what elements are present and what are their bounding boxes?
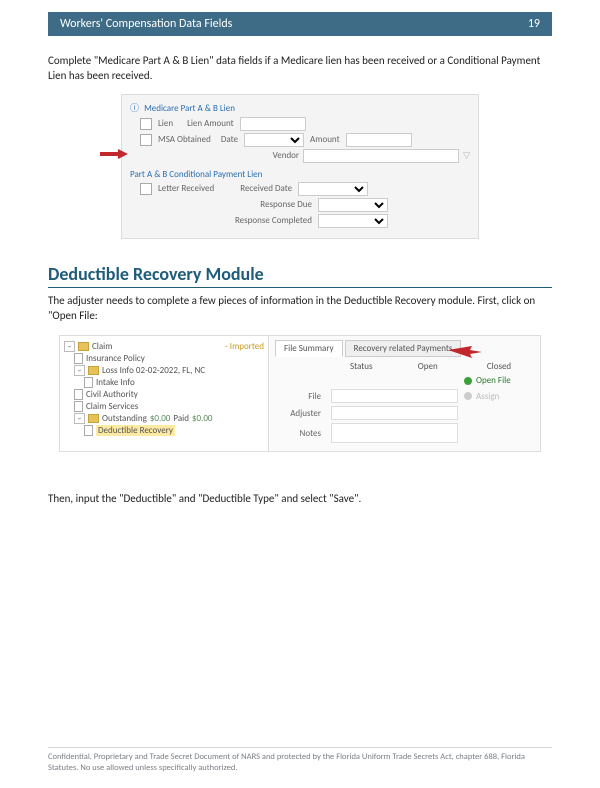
header-page-number: 19 <box>528 17 540 31</box>
page-icon <box>84 377 93 388</box>
annotation-arrow-icon <box>448 344 482 360</box>
received-date-select[interactable] <box>298 182 368 196</box>
tree-node-insurance-policy[interactable]: Insurance Policy <box>64 353 264 364</box>
folder-icon <box>88 414 99 423</box>
tree-node-deductible-recovery[interactable]: Deductible Recovery <box>64 425 264 436</box>
annotation-arrow-icon <box>100 149 128 159</box>
received-date-label: Received Date <box>240 183 292 194</box>
msa-amount-input[interactable] <box>346 133 412 147</box>
deductible-recovery-panel: – Claim - Imported Insurance Policy – Lo… <box>59 335 541 452</box>
response-completed-select[interactable] <box>318 214 388 228</box>
medicare-lien-panel: ⓘ Medicare Part A & B Lien Lien Lien Amo… <box>121 94 479 239</box>
status-imported: - Imported <box>225 341 264 352</box>
col-status: Status <box>331 361 392 372</box>
lien-checkbox[interactable] <box>140 118 152 130</box>
selected-node-label: Deductible Recovery <box>96 425 175 436</box>
page-icon <box>74 401 83 412</box>
vendor-input[interactable] <box>303 149 459 163</box>
lien-amount-input[interactable] <box>240 117 306 131</box>
claim-tree: – Claim - Imported Insurance Policy – Lo… <box>60 336 269 451</box>
vendor-label: Vendor <box>273 150 299 161</box>
page-icon <box>74 389 83 400</box>
expand-up-icon: ⓘ <box>130 103 139 114</box>
dropdown-icon[interactable]: ▽ <box>463 150 470 161</box>
col-closed: Closed <box>464 361 534 372</box>
notes-cell[interactable] <box>331 423 458 443</box>
header-title: Workers' Compensation Data Fields <box>60 17 232 31</box>
page-header: Workers' Compensation Data Fields 19 <box>48 12 552 36</box>
tree-node-claim-services[interactable]: Claim Services <box>64 401 264 412</box>
folder-icon <box>78 342 89 351</box>
confidentiality-footer: Confidential, Proprietary and Trade Secr… <box>48 747 552 774</box>
conditional-payment-subheader: Part A & B Conditional Payment Lien <box>130 169 470 180</box>
page-icon <box>74 353 83 364</box>
detail-pane: File Summary Recovery related Payments S… <box>269 336 540 451</box>
paragraph-open-file-instructions: The adjuster needs to complete a few pie… <box>48 294 552 324</box>
paragraph-medicare-instructions: Complete "Medicare Part A & B Lien" data… <box>48 54 552 84</box>
letter-received-checkbox[interactable] <box>140 183 152 195</box>
adjuster-cell[interactable] <box>331 406 458 420</box>
assign-button: Assign <box>464 391 534 402</box>
open-file-button[interactable]: Open File <box>464 375 534 386</box>
medicare-group-title: ⓘ Medicare Part A & B Lien <box>130 101 470 114</box>
row-file-label: File <box>275 391 325 402</box>
open-file-icon <box>464 377 472 385</box>
file-status-cell[interactable] <box>331 389 458 403</box>
lien-amount-label: Lien Amount <box>187 118 234 129</box>
msa-date-select[interactable] <box>244 133 304 147</box>
amount-label: Amount <box>310 134 340 145</box>
col-open: Open <box>398 361 459 372</box>
letter-received-label: Letter Received <box>158 183 214 194</box>
section-title-deductible-recovery: Deductible Recovery Module <box>48 263 552 288</box>
detail-tabs: File Summary Recovery related Payments <box>275 340 534 357</box>
tab-file-summary[interactable]: File Summary <box>275 340 343 357</box>
person-icon <box>464 392 472 400</box>
paragraph-deductible-input-instructions: Then, input the "Deductible" and "Deduct… <box>48 492 552 507</box>
tree-node-loss-info[interactable]: – Loss Info 02-02-2022, FL, NC <box>64 365 264 376</box>
response-completed-label: Response Completed <box>220 215 312 226</box>
tree-node-outstanding[interactable]: – Outstanding $0.00 Paid $0.00 <box>64 413 264 424</box>
page-icon <box>84 425 93 436</box>
msa-obtained-checkbox[interactable] <box>140 134 152 146</box>
collapse-icon[interactable]: – <box>74 365 85 376</box>
collapse-icon[interactable]: – <box>74 413 85 424</box>
collapse-icon[interactable]: – <box>64 341 75 352</box>
tab-recovery-payments[interactable]: Recovery related Payments <box>345 340 462 357</box>
lien-label: Lien <box>158 118 173 129</box>
response-due-label: Response Due <box>220 199 312 210</box>
row-notes-label: Notes <box>275 428 325 439</box>
tree-node-intake-info[interactable]: Intake Info <box>64 377 264 388</box>
tree-node-civil-authority[interactable]: Civil Authority <box>64 389 264 400</box>
date-label: Date <box>221 134 238 145</box>
folder-icon <box>88 366 99 375</box>
tree-node-claim[interactable]: – Claim - Imported <box>64 341 264 352</box>
response-due-select[interactable] <box>318 198 388 212</box>
row-adjuster-label: Adjuster <box>275 408 325 419</box>
msa-obtained-label: MSA Obtained <box>158 134 211 145</box>
